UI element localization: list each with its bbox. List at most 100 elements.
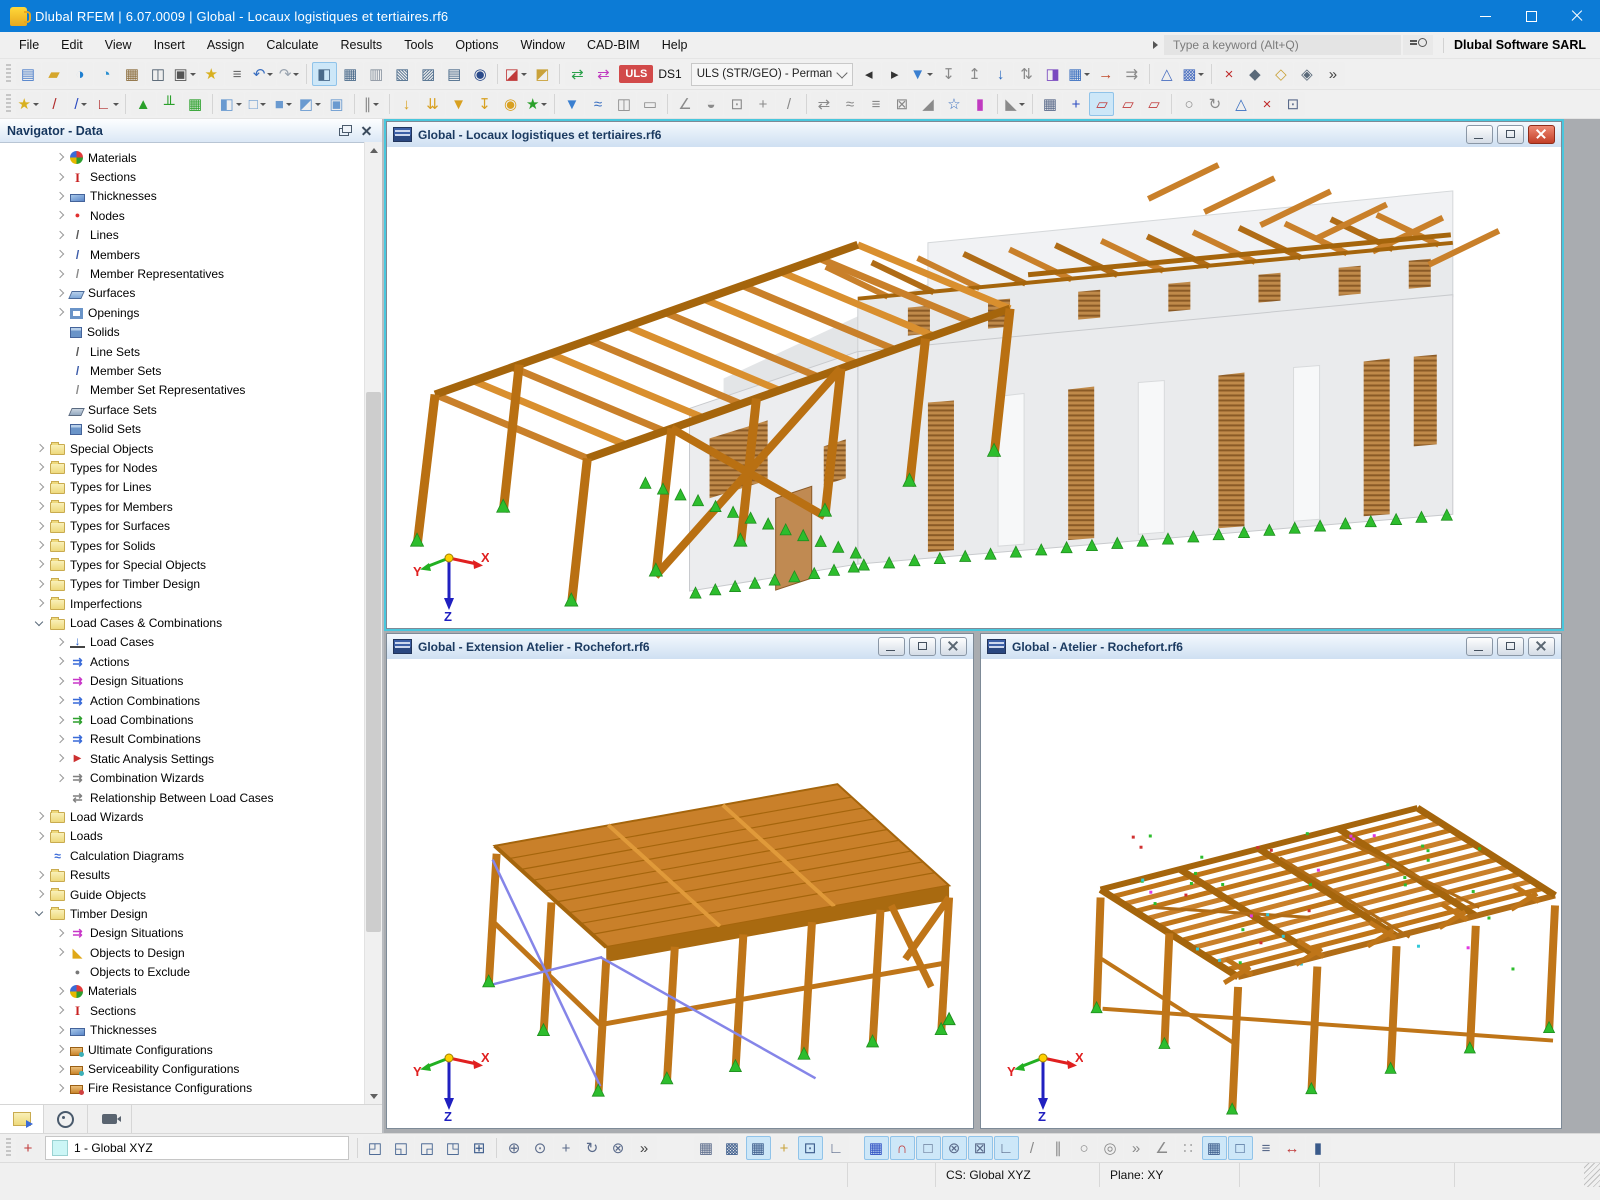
- insert-intersection-button[interactable]: ◩: [297, 92, 323, 116]
- tree-item-ultimate-configurations[interactable]: Ultimate Configurations: [0, 1040, 365, 1059]
- tree-item-guide-objects[interactable]: Guide Objects: [0, 885, 365, 904]
- magnet-snap-button[interactable]: ∩: [890, 1136, 915, 1160]
- view-angle-button[interactable]: ∠: [672, 92, 697, 116]
- chevron-right-icon[interactable]: [54, 210, 65, 221]
- chevron-right-icon[interactable]: [54, 172, 65, 183]
- new-model-button[interactable]: ▤: [16, 62, 41, 86]
- tree-item-nodes[interactable]: ●Nodes: [0, 206, 365, 225]
- chevron-right-icon[interactable]: [34, 482, 45, 493]
- design-situation-select[interactable]: ULS (STR/GEO) - Permane...: [691, 63, 853, 86]
- chevron-right-icon[interactable]: [54, 191, 65, 202]
- snap-center-button[interactable]: +: [1063, 92, 1088, 116]
- toolbar-grip[interactable]: [6, 94, 11, 114]
- new-table-entry-button[interactable]: ★: [199, 62, 224, 86]
- tree-item-surfaces[interactable]: Surfaces: [0, 284, 365, 303]
- tree-item-member-sets[interactable]: /Member Sets: [0, 361, 365, 380]
- section-plane-button[interactable]: ◫: [611, 92, 636, 116]
- tree-item-loads[interactable]: Loads: [0, 827, 365, 846]
- tree-item-combination-wizards[interactable]: ⇉Combination Wizards: [0, 769, 365, 788]
- navigator-close-icon[interactable]: [359, 124, 375, 138]
- redo-button[interactable]: ↷: [277, 62, 302, 86]
- tree-item-materials[interactable]: Materials: [0, 982, 365, 1001]
- overflow-more-button[interactable]: »: [1320, 62, 1345, 86]
- scroll-up-icon[interactable]: [365, 142, 382, 159]
- pipette-button[interactable]: ▮: [1306, 1136, 1331, 1160]
- toolbar-grip[interactable]: [6, 1138, 11, 1158]
- scroll-down-icon[interactable]: [365, 1088, 382, 1105]
- undo-button[interactable]: ↶: [251, 62, 276, 86]
- filter-objects-button[interactable]: ▼: [559, 92, 584, 116]
- dlubal-center-button[interactable]: ◑: [68, 62, 93, 86]
- tree-item-actions[interactable]: ⇉Actions: [0, 652, 365, 671]
- tree-item-design-situations[interactable]: ⇉Design Situations: [0, 672, 365, 691]
- tree-item-types-for-timber-design[interactable]: Types for Timber Design: [0, 575, 365, 594]
- snap-perpendicular-button[interactable]: ∟: [994, 1136, 1019, 1160]
- menu-tools[interactable]: Tools: [393, 32, 444, 58]
- dropdown-arrow-icon[interactable]: [190, 73, 196, 76]
- snap-tangent-button[interactable]: ○: [1072, 1136, 1097, 1160]
- snap-endpoint-button[interactable]: □: [916, 1136, 941, 1160]
- viewport-canvas-atelier[interactable]: X Y Z: [981, 659, 1561, 1128]
- child-restore-button[interactable]: [1497, 637, 1524, 656]
- tree-item-surface-sets[interactable]: Surface Sets: [0, 400, 365, 419]
- chevron-right-icon[interactable]: [34, 889, 45, 900]
- trim-members-button[interactable]: ◢: [915, 92, 940, 116]
- plane-corner-button[interactable]: ∟: [824, 1136, 849, 1160]
- snap-points-button[interactable]: ▦: [864, 1136, 889, 1160]
- dropdown-arrow-icon[interactable]: [1019, 103, 1025, 106]
- view-solid-button[interactable]: ◆: [1242, 62, 1267, 86]
- child-close-button[interactable]: [940, 637, 967, 656]
- display-tables-button[interactable]: ▦: [1066, 62, 1092, 86]
- render-mode-button[interactable]: ◨: [1040, 62, 1065, 86]
- surface-load-button[interactable]: ▼: [446, 92, 471, 116]
- menu-view[interactable]: View: [94, 32, 143, 58]
- chevron-right-icon[interactable]: [54, 1025, 65, 1036]
- snap-intersection-button[interactable]: ⊠: [968, 1136, 993, 1160]
- member-rotation-button[interactable]: △: [1154, 62, 1179, 86]
- tree-item-fire-resistance-configurations[interactable]: Fire Resistance Configurations: [0, 1079, 365, 1098]
- tab-views[interactable]: [88, 1105, 132, 1133]
- next-situation-button[interactable]: ▸: [882, 62, 907, 86]
- chevron-right-icon[interactable]: [54, 1044, 65, 1055]
- insert-member-button[interactable]: /: [68, 92, 93, 116]
- chevron-right-icon[interactable]: [34, 462, 45, 473]
- tree-item-types-for-members[interactable]: Types for Members: [0, 497, 365, 516]
- child-window-titlebar[interactable]: Global - Atelier - Rochefort.rf6: [981, 634, 1561, 660]
- child-restore-button[interactable]: [1497, 125, 1524, 144]
- shift-view-button[interactable]: ◒: [698, 92, 723, 116]
- uls-badge[interactable]: ULS: [619, 65, 653, 83]
- dropdown-arrow-icon[interactable]: [81, 103, 87, 106]
- chevron-right-icon[interactable]: [34, 540, 45, 551]
- drop-pin-button[interactable]: ▮: [967, 92, 992, 116]
- cs-manager-button[interactable]: +: [16, 1136, 41, 1160]
- chevron-right-icon[interactable]: [54, 695, 65, 706]
- navigator-toggle-button[interactable]: ◧: [312, 62, 337, 86]
- zoom-dynamic-button[interactable]: ⊗: [606, 1136, 631, 1160]
- display-properties-button[interactable]: ◪: [503, 62, 529, 86]
- tab-display[interactable]: [44, 1105, 88, 1133]
- mirror-tool-button[interactable]: △: [1228, 92, 1253, 116]
- chevron-right-icon[interactable]: [54, 928, 65, 939]
- tree-item-materials[interactable]: Materials: [0, 148, 365, 167]
- tree-item-lines[interactable]: /Lines: [0, 226, 365, 245]
- view-isometric-button[interactable]: ◰: [363, 1136, 388, 1160]
- tree-item-solid-sets[interactable]: Solid Sets: [0, 419, 365, 438]
- tree-item-load-cases-combinations[interactable]: Load Cases & Combinations: [0, 613, 365, 632]
- view-in-z-button[interactable]: ◳: [441, 1136, 466, 1160]
- dropdown-arrow-icon[interactable]: [927, 73, 933, 76]
- chevron-right-icon[interactable]: [54, 715, 65, 726]
- tree-item-load-combinations[interactable]: ⇉Load Combinations: [0, 710, 365, 729]
- chevron-right-icon[interactable]: [54, 676, 65, 687]
- selection-rect-button[interactable]: □: [1228, 1136, 1253, 1160]
- view-in-y-button[interactable]: ◲: [415, 1136, 440, 1160]
- zoom-all-button[interactable]: ⊙: [528, 1136, 553, 1160]
- snap-line-button[interactable]: /: [1020, 1136, 1045, 1160]
- chevron-right-icon[interactable]: [54, 152, 65, 163]
- chevron-right-icon[interactable]: [34, 870, 45, 881]
- show-load-labels-button[interactable]: ↥: [962, 62, 987, 86]
- merge-lines-button[interactable]: ≈: [837, 92, 862, 116]
- tree-item-static-analysis-settings[interactable]: ▶Static Analysis Settings: [0, 749, 365, 768]
- table-grid-button[interactable]: ▦: [1037, 92, 1062, 116]
- table-panel-toggle-button[interactable]: ▥: [364, 62, 389, 86]
- console-toggle-button[interactable]: ▧: [390, 62, 415, 86]
